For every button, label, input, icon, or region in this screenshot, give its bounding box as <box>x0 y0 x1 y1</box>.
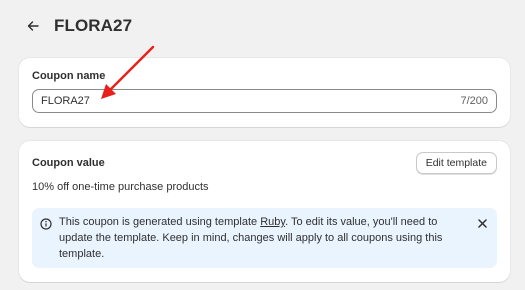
page-title: FLORA27 <box>54 16 133 35</box>
close-banner-button[interactable] <box>475 216 489 230</box>
close-icon <box>477 218 487 228</box>
info-banner: This coupon is generated using template … <box>32 208 497 268</box>
page: FLORA27 Coupon name 7/200 Coupon value E… <box>0 0 525 290</box>
page-header: FLORA27 <box>24 14 132 38</box>
coupon-name-field[interactable]: 7/200 <box>32 89 497 113</box>
character-count: 7/200 <box>460 95 488 107</box>
coupon-name-input[interactable] <box>41 95 461 107</box>
coupon-name-card: Coupon name 7/200 <box>19 58 510 127</box>
edit-template-button[interactable]: Edit template <box>415 152 497 174</box>
info-icon <box>40 217 52 230</box>
arrow-left-icon <box>27 21 39 31</box>
coupon-name-label: Coupon name <box>32 70 106 82</box>
coupon-value-label: Coupon value <box>32 157 105 169</box>
coupon-value-description: 10% off one-time purchase products <box>32 181 209 193</box>
template-link[interactable]: Ruby <box>260 216 285 228</box>
back-button[interactable] <box>24 17 42 35</box>
banner-text-before: This coupon is generated using template <box>59 216 261 228</box>
banner-message: This coupon is generated using template … <box>59 214 464 262</box>
coupon-value-card: Coupon value Edit template 10% off one-t… <box>19 141 510 282</box>
